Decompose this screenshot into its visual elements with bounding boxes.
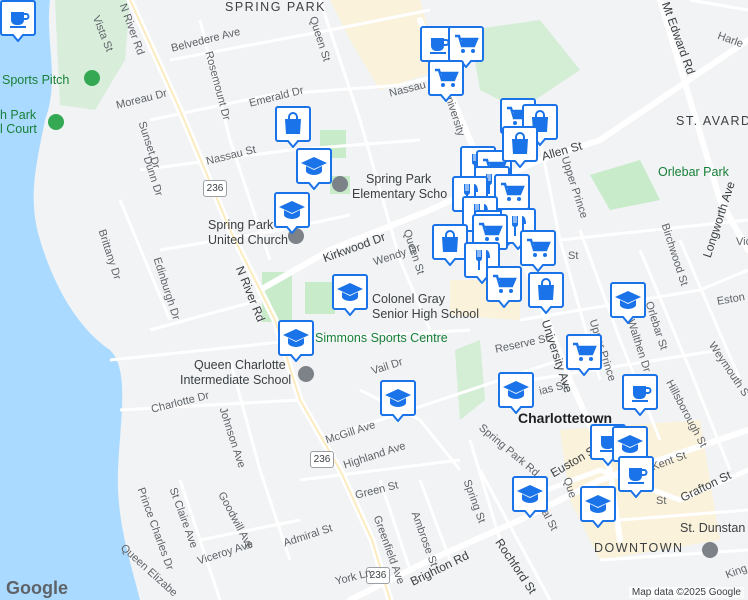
park-area <box>590 160 660 210</box>
map-marker-school[interactable] <box>380 380 416 422</box>
coffee-cup-icon <box>622 374 658 416</box>
map-attribution[interactable]: Map data ©2025 Google <box>628 587 744 598</box>
map-marker-school[interactable] <box>512 476 548 518</box>
poi-label: Spring Park <box>208 218 274 232</box>
map-marker-school[interactable] <box>580 486 616 528</box>
map-marker-school[interactable] <box>498 372 534 414</box>
map-marker-grocery[interactable] <box>486 266 522 308</box>
map-marker-school[interactable] <box>274 192 310 234</box>
graduation-cap-icon <box>274 192 310 234</box>
road <box>119 398 301 412</box>
map-marker-cafe[interactable] <box>618 456 654 498</box>
school-poi-icon[interactable] <box>298 366 314 382</box>
map-marker-grocery[interactable] <box>448 26 484 68</box>
poi-label: Elementary Scho <box>352 187 448 201</box>
shopping-bag-icon <box>275 106 311 148</box>
park-area <box>455 340 485 420</box>
coffee-cup-icon <box>618 456 654 498</box>
sports-pitch-icon[interactable] <box>84 70 100 86</box>
street-label: Vic <box>736 236 748 248</box>
poi-label: St. Dunstan <box>680 521 746 535</box>
route-shield: 236 <box>203 180 227 197</box>
poi-label: Intermediate School <box>180 373 292 387</box>
map-marker-shopping[interactable] <box>528 272 564 314</box>
map-canvas[interactable]: 236 236 236 SPRING PARK ST. AVARD DOWNTO… <box>0 0 748 600</box>
map-marker-cafe[interactable] <box>622 374 658 416</box>
poi-label: l Court <box>0 122 37 136</box>
coffee-cup-icon <box>0 0 36 42</box>
shopping-cart-icon <box>428 60 464 102</box>
poi-label: Spring Park <box>366 172 432 186</box>
area-label: DOWNTOWN <box>594 541 684 555</box>
poi-label: Senior High School <box>372 307 480 321</box>
graduation-cap-icon <box>332 274 368 316</box>
map-marker-grocery[interactable] <box>566 334 602 376</box>
shopping-bag-icon <box>432 224 468 266</box>
shopping-cart-icon <box>486 266 522 308</box>
poi-label: Simmons Sports Centre <box>315 331 448 345</box>
graduation-cap-icon <box>278 320 314 362</box>
park-court-icon[interactable] <box>48 114 64 130</box>
park-area <box>305 282 335 314</box>
google-logo: Google <box>6 578 68 598</box>
street-label: St <box>656 495 667 507</box>
road <box>689 0 748 12</box>
shopping-bag-icon <box>502 126 538 168</box>
poi-label: Orlebar Park <box>658 165 729 179</box>
graduation-cap-icon <box>296 148 332 190</box>
graduation-cap-icon <box>380 380 416 422</box>
route-shield: 236 <box>310 451 334 468</box>
church-poi-icon[interactable] <box>702 542 718 558</box>
poi-label: United Church <box>208 233 288 247</box>
street-label: St <box>568 250 579 262</box>
school-poi-icon[interactable] <box>332 176 348 192</box>
map-marker-grocery[interactable] <box>428 60 464 102</box>
graduation-cap-icon <box>580 486 616 528</box>
shopping-cart-icon <box>566 334 602 376</box>
map-marker-grocery[interactable] <box>520 230 556 272</box>
graduation-cap-icon <box>610 282 646 324</box>
road <box>678 239 742 381</box>
shopping-cart-icon <box>520 230 556 272</box>
graduation-cap-icon <box>512 476 548 518</box>
poi-label: h Park <box>0 108 37 122</box>
map-marker-shopping[interactable] <box>432 224 468 266</box>
map-marker-shopping[interactable] <box>502 126 538 168</box>
poi-label: Sports Pitch <box>2 73 70 87</box>
map-marker-school[interactable] <box>332 274 368 316</box>
area-label: ST. AVARD <box>676 114 748 128</box>
poi-label: Queen Charlotte <box>194 358 286 372</box>
poi-label: Colonel Gray <box>372 292 445 306</box>
map-marker-school[interactable] <box>296 148 332 190</box>
area-label: SPRING PARK <box>225 0 327 14</box>
map-marker-school[interactable] <box>278 320 314 362</box>
map-marker-cafe[interactable] <box>0 0 36 42</box>
map-marker-grocery[interactable] <box>494 174 530 216</box>
graduation-cap-icon <box>498 372 534 414</box>
map-marker-shopping[interactable] <box>275 106 311 148</box>
map-marker-school[interactable] <box>610 282 646 324</box>
park-area <box>470 20 580 110</box>
shopping-bag-icon <box>528 272 564 314</box>
